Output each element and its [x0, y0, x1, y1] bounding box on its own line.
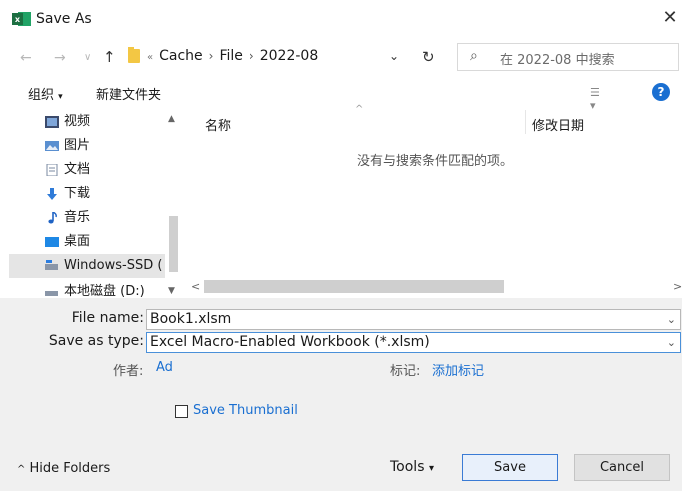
sidebar-item-label: 下载: [64, 186, 91, 201]
sidebar-item-label: Windows-SSD (: [64, 258, 163, 273]
breadcrumb: « Cache › File › 2022-08: [147, 48, 318, 64]
search-input[interactable]: ⌕ 在 2022-08 中搜索: [457, 43, 679, 71]
refresh-icon[interactable]: ↻: [422, 48, 435, 66]
sidebar-item-documents[interactable]: 文档: [9, 158, 169, 182]
author-field[interactable]: Ad: [156, 360, 173, 375]
caret-down-icon: ▾: [428, 463, 434, 474]
scroll-down-icon[interactable]: ▼: [168, 286, 175, 296]
sidebar-item-videos[interactable]: 视频: [9, 110, 169, 134]
save-thumbnail-checkbox[interactable]: [175, 405, 188, 418]
path-overflow-icon[interactable]: «: [147, 52, 153, 63]
navigation-pane: 视频 图片 文档 下载 音乐 桌面 Windows-SSD ( 本地磁盘 (D:…: [9, 108, 181, 298]
sidebar-item-label: 图片: [64, 138, 91, 153]
save-options-panel: File name: Book1.xlsm ⌄ Save as type: Ex…: [0, 298, 682, 491]
sidebar-item-downloads[interactable]: 下载: [9, 182, 169, 206]
view-options-icon[interactable]: ☰ ▾: [590, 86, 604, 112]
sidebar-item-label: 本地磁盘 (D:): [64, 284, 145, 298]
address-bar[interactable]: « Cache › File › 2022-08 ⌄: [125, 43, 413, 71]
author-label: 作者:: [113, 364, 144, 379]
navigation-bar: ← → ∨ ↑ « Cache › File › 2022-08 ⌄ ↻ ⌕ 在 2022…: [0, 38, 682, 78]
column-header-date-modified[interactable]: 修改日期: [532, 115, 584, 134]
sidebar-item-windows-ssd[interactable]: Windows-SSD (: [9, 254, 165, 278]
save-button[interactable]: Save: [462, 454, 558, 481]
chevron-down-icon[interactable]: ⌄: [389, 49, 399, 63]
save-thumbnail-label[interactable]: Save Thumbnail: [193, 403, 298, 418]
breadcrumb-separator: ›: [208, 49, 214, 63]
cancel-button[interactable]: Cancel: [574, 454, 670, 481]
scroll-up-icon[interactable]: ▲: [168, 114, 175, 124]
file-name-label: File name:: [71, 310, 144, 326]
tools-label: Tools: [390, 459, 425, 475]
tags-field[interactable]: 添加标记: [432, 360, 484, 379]
up-icon[interactable]: ↑: [103, 48, 116, 66]
drive-icon: [45, 260, 58, 270]
tools-button[interactable]: Tools ▾: [390, 459, 434, 475]
sidebar-item-label: 文档: [64, 162, 91, 177]
scroll-thumb[interactable]: [169, 216, 178, 272]
hide-folders-button[interactable]: ^ Hide Folders: [17, 461, 110, 476]
sidebar-item-desktop[interactable]: 桌面: [9, 230, 169, 254]
sidebar-item-local-disk-d[interactable]: 本地磁盘 (D:): [9, 280, 169, 298]
breadcrumb-2022-08[interactable]: 2022-08: [260, 48, 319, 64]
window-title: Save As: [36, 11, 92, 27]
search-icon: ⌕: [470, 48, 478, 64]
sidebar-item-label: 视频: [64, 114, 91, 129]
forward-icon[interactable]: →: [54, 50, 66, 66]
search-placeholder: 在 2022-08 中搜索: [500, 53, 615, 68]
chevron-down-icon[interactable]: ⌄: [667, 333, 676, 352]
file-list-scrollbar[interactable]: < >: [185, 280, 682, 296]
svg-text:x: x: [15, 15, 21, 24]
chevron-down-icon[interactable]: ⌄: [667, 310, 676, 329]
caret-down-icon: ▾: [58, 92, 63, 102]
command-bar: 组织 ▾ 新建文件夹 ☰ ▾ ?: [0, 78, 682, 112]
hide-folders-label: Hide Folders: [29, 461, 111, 476]
column-divider[interactable]: [525, 110, 526, 134]
breadcrumb-cache[interactable]: Cache: [159, 48, 203, 64]
help-icon[interactable]: ?: [652, 83, 670, 101]
organize-button[interactable]: 组织 ▾: [28, 84, 63, 103]
save-as-type-select[interactable]: Excel Macro-Enabled Workbook (*.xlsm) ⌄: [146, 332, 681, 353]
file-name-value: Book1.xlsm: [150, 311, 232, 327]
file-list: ^ 名称 修改日期 没有与搜索条件匹配的项。: [185, 104, 682, 280]
scroll-thumb[interactable]: [204, 280, 504, 293]
documents-icon: [46, 164, 58, 176]
organize-label: 组织: [28, 88, 55, 103]
file-name-input[interactable]: Book1.xlsm ⌄: [146, 309, 681, 330]
sidebar-item-label: 音乐: [64, 210, 91, 225]
downloads-icon: [47, 188, 57, 200]
tags-label: 标记:: [390, 364, 421, 379]
scroll-left-icon[interactable]: <: [191, 280, 200, 293]
recent-locations-icon[interactable]: ∨: [84, 50, 91, 66]
column-header-name[interactable]: 名称: [205, 115, 231, 134]
breadcrumb-file[interactable]: File: [219, 48, 242, 64]
drive-icon: [45, 291, 58, 296]
sidebar-item-label: 桌面: [64, 234, 91, 249]
save-as-type-label: Save as type:: [48, 333, 144, 349]
title-bar: x Save As ✕: [0, 0, 682, 38]
sidebar-scrollbar[interactable]: ▲ ▼: [165, 108, 181, 298]
chevron-up-icon: ^: [17, 464, 26, 475]
sidebar-item-music[interactable]: 音乐: [9, 206, 169, 230]
excel-icon: x: [12, 12, 31, 26]
sort-indicator-icon: ^: [355, 104, 364, 115]
save-as-type-value: Excel Macro-Enabled Workbook (*.xlsm): [150, 334, 430, 350]
back-icon[interactable]: ←: [20, 50, 32, 66]
video-icon: [45, 116, 59, 128]
empty-message: 没有与搜索条件匹配的项。: [357, 154, 514, 169]
pictures-icon: [45, 141, 59, 151]
sidebar-item-pictures[interactable]: 图片: [9, 134, 169, 158]
close-icon[interactable]: ✕: [660, 8, 680, 28]
folder-icon: [128, 47, 140, 63]
desktop-icon: [45, 237, 59, 247]
new-folder-button[interactable]: 新建文件夹: [96, 84, 161, 103]
breadcrumb-separator: ›: [248, 49, 254, 63]
music-icon: [48, 212, 57, 224]
scroll-right-icon[interactable]: >: [673, 280, 682, 293]
